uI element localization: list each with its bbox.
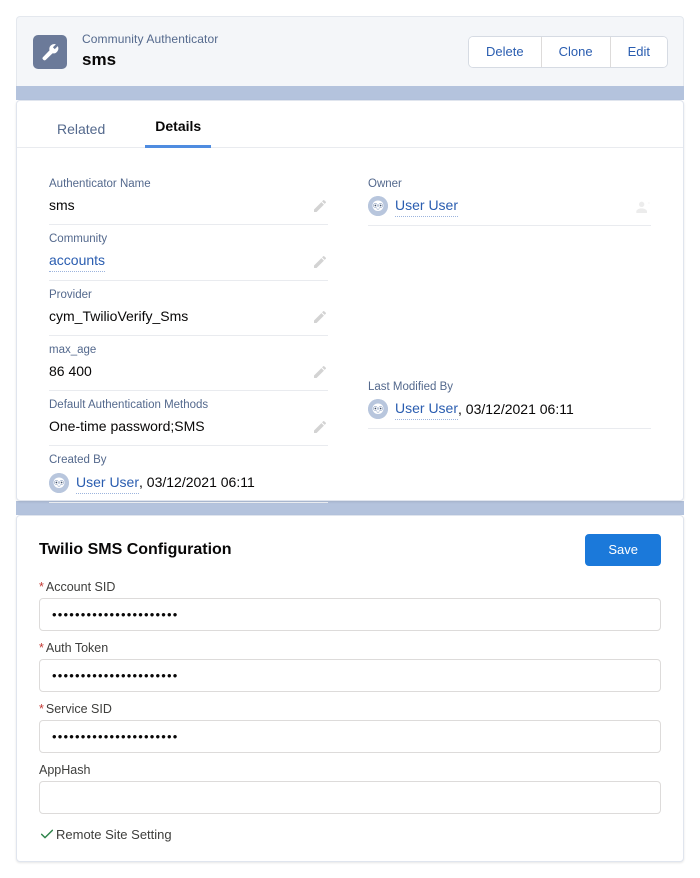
form-field-account-sid: * Account SID [39,580,661,632]
field-value: cym_TwilioVerify_Sms [49,306,328,327]
field-owner: Owner User User [368,170,651,227]
label-text: Service SID [45,702,112,717]
page-title: sms [82,50,117,70]
record-header: Community Authenticator sms Delete Clone… [16,16,684,86]
field-community: Community accounts [49,225,328,282]
field-value: sms [49,195,328,216]
label-text: Auth Token [45,641,109,656]
field-label: Community [49,233,108,246]
edit-pencil-icon[interactable] [312,309,328,325]
page-background-band-middle [16,501,684,515]
form-field-auth-token: * Auth Token [39,641,661,693]
record-actions: Delete Clone Edit [469,36,667,67]
field-value: User User [368,195,651,218]
account-sid-label: * Account SID [39,580,661,594]
remote-site-setting-label: Remote Site Setting [56,826,172,842]
field-label: Created By [49,454,107,467]
field-label: Owner [368,178,402,190]
save-button[interactable]: Save [585,534,661,567]
edit-pencil-icon[interactable] [312,419,328,435]
details-card: Related Details Authenticator Name sms C… [16,100,684,503]
field-value: accounts [49,250,328,273]
avatar [368,399,388,420]
details-column-left: Authenticator Name sms Community account… [49,170,350,503]
field-value: 86 400 [49,361,328,382]
twilio-card-title: Twilio SMS Configuration [39,541,232,559]
apphash-label: AppHash [39,763,661,777]
page-background-band-top [16,86,684,100]
last-modified-by-user-link[interactable]: User User [395,398,459,421]
change-owner-icon[interactable] [635,199,651,215]
owner-user-link[interactable]: User User [395,195,459,218]
form-field-apphash: AppHash [39,763,661,815]
edit-pencil-icon[interactable] [312,364,328,380]
record-type-label: Community Authenticator [82,32,219,47]
required-asterisk: * [39,641,44,656]
tab-related[interactable]: Related [47,121,115,148]
edit-button[interactable]: Edit [609,36,667,67]
created-by-user-link[interactable]: User User [76,472,140,494]
twilio-card-header: Twilio SMS Configuration Save [39,534,661,567]
created-by-date: , 03/12/2021 06:11 [139,474,255,491]
community-link[interactable]: accounts [49,250,106,273]
edit-pencil-icon[interactable] [312,254,328,270]
required-asterisk: * [39,580,44,595]
clone-button[interactable]: Clone [540,36,610,67]
provider-value: cym_TwilioVerify_Sms [49,308,189,325]
field-value: User User , 03/12/2021 06:11 [49,472,328,494]
field-default-authentication-methods: Default Authentication Methods One-time … [49,391,328,447]
field-provider: Provider cym_TwilioVerify_Sms [49,281,328,337]
details-column-right: Owner User User Last Modified By User Us… [350,170,651,503]
service-sid-input[interactable] [39,720,661,754]
details-fields: Authenticator Name sms Community account… [17,148,683,503]
field-label: Last Modified By [368,381,454,394]
record-header-text: Community Authenticator sms [82,32,469,70]
max-age-value: 86 400 [49,363,92,380]
twilio-configuration-card: Twilio SMS Configuration Save * Account S… [16,515,684,862]
auth-token-input[interactable] [39,659,661,693]
page-root: Community Authenticator sms Delete Clone… [0,0,700,878]
tab-details[interactable]: Details [145,118,212,148]
field-value: One-time password;SMS [49,416,328,437]
service-sid-label: * Service SID [39,702,661,716]
delete-button[interactable]: Delete [469,36,541,67]
auth-token-label: * Auth Token [39,641,661,655]
last-modified-date: , 03/12/2021 06:11 [458,400,574,417]
avatar [49,472,69,493]
default-authentication-methods-value: One-time password;SMS [49,418,205,435]
field-owner-spacer [368,226,651,373]
field-created-by: Created By User User , 03/12/2021 06:11 [49,446,328,503]
form-field-service-sid: * Service SID [39,702,661,754]
authenticator-name-value: sms [49,197,75,214]
field-authenticator-name: Authenticator Name sms [49,170,328,226]
avatar [368,196,388,217]
field-value: User User , 03/12/2021 06:11 [368,398,651,421]
field-label: Provider [49,289,92,302]
remote-site-setting-row[interactable]: Remote Site Setting [39,826,661,842]
field-label: max_age [49,344,97,357]
field-max-age: max_age 86 400 [49,336,328,392]
label-text: Account SID [45,580,116,595]
check-icon [39,826,55,842]
account-sid-input[interactable] [39,598,661,632]
field-label: Default Authentication Methods [49,399,209,412]
label-text: AppHash [39,763,91,778]
required-asterisk: * [39,702,44,717]
apphash-input[interactable] [39,781,661,815]
field-label: Authenticator Name [49,178,151,190]
record-tabs: Related Details [17,101,683,148]
edit-pencil-icon[interactable] [312,198,328,214]
wrench-icon [33,34,67,69]
field-last-modified-by: Last Modified By User User , 03/12/2021 … [368,373,651,430]
